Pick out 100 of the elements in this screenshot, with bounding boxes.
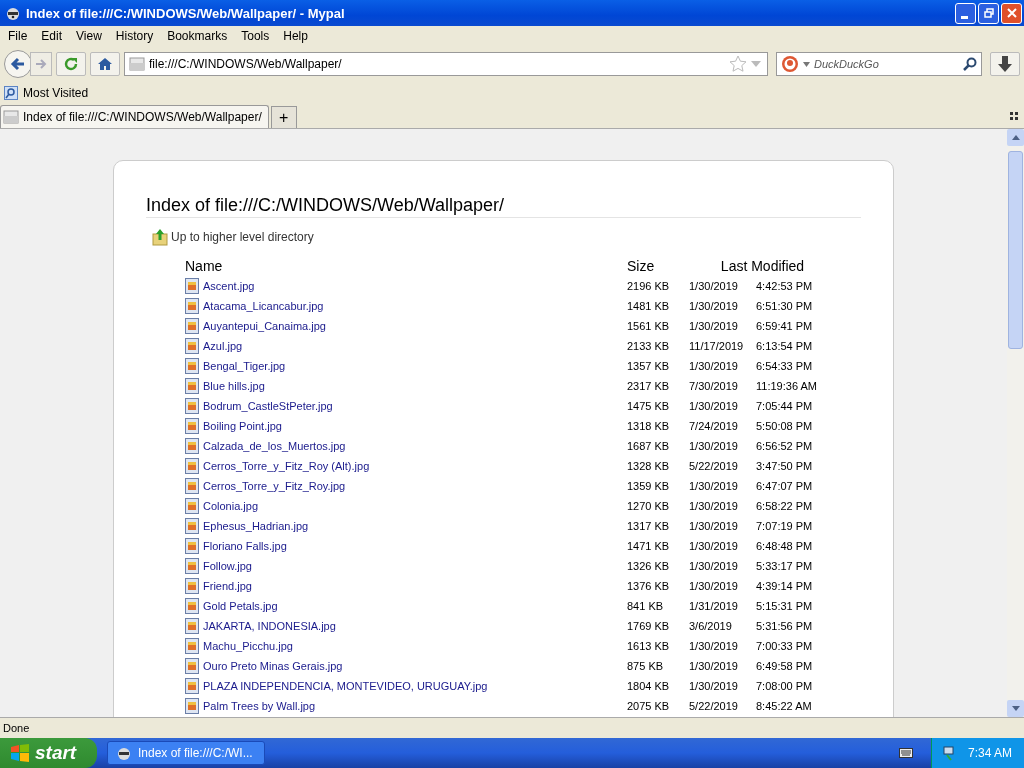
image-file-icon [185,598,199,614]
file-link[interactable]: Cerros_Torre_y_Fitz_Roy (Alt).jpg [203,460,370,472]
browser-tab[interactable]: Index of file:///C:/WINDOWS/Web/Wallpaper/ [0,105,269,128]
file-date: 1/30/2019 [689,436,756,456]
tab-list-icon[interactable] [1010,112,1018,120]
home-icon [97,56,113,72]
file-link[interactable]: Ascent.jpg [203,280,255,292]
menu-item[interactable]: Help [277,29,316,43]
file-date: 1/30/2019 [689,476,756,496]
star-icon[interactable] [729,55,747,73]
image-file-icon [185,278,199,294]
file-link[interactable]: PLAZA INDEPENDENCIA, MONTEVIDEO, URUGUAY.jpg [203,680,488,692]
image-file-icon [185,498,199,514]
up-directory-link[interactable]: Up to higher level directory [171,230,314,244]
file-link[interactable]: Floriano Falls.jpg [203,540,287,552]
file-link[interactable]: Colonia.jpg [203,500,259,512]
taskbar-button[interactable]: Index of file:///C:/WI... [107,741,265,765]
file-size: 1359 KB [627,476,689,496]
file-link[interactable]: Gold Petals.jpg [203,600,278,612]
search-field[interactable]: DuckDuckGo [814,58,959,70]
file-link[interactable]: JAKARTA, INDONESIA.jpg [203,620,336,632]
image-file-icon [185,378,199,394]
keyboard-icon[interactable] [898,748,913,758]
file-size: 2196 KB [627,276,689,296]
file-link[interactable]: Atacama_Licancabur.jpg [203,300,324,312]
image-file-icon [185,578,199,594]
address-bar[interactable]: file:///C:/WINDOWS/Web/Wallpaper/ [124,52,768,76]
file-link[interactable]: Ouro Preto Minas Gerais.jpg [203,660,343,672]
home-button[interactable] [90,52,120,76]
file-time: 7:07:19 PM [756,519,814,534]
menu-item[interactable]: File [2,29,36,43]
file-size: 1328 KB [627,456,689,476]
clock: 7:34 AM [967,746,1012,760]
scrollbar[interactable] [1007,129,1024,717]
address-field[interactable]: file:///C:/WINDOWS/Web/Wallpaper/ [149,57,725,71]
file-date: 1/30/2019 [689,656,756,676]
column-header[interactable]: Size [627,258,689,276]
file-size: 875 KB [627,656,689,676]
image-file-icon [185,678,199,694]
restore-button[interactable] [978,2,999,24]
file-size: 1804 KB [627,676,689,696]
file-time: 4:42:53 PM [756,279,814,294]
column-header[interactable]: Last Modified [689,258,836,276]
column-header[interactable]: Name [182,258,627,276]
file-time: 7:05:44 PM [756,399,814,414]
file-time: 6:49:58 PM [756,659,814,674]
back-button[interactable] [4,50,32,78]
file-size: 2075 KB [627,696,689,716]
download-button[interactable] [990,52,1020,76]
file-link[interactable]: Palm Trees by Wall.jpg [203,700,316,712]
file-link[interactable]: Calzada_de_los_Muertos.jpg [203,440,346,452]
reload-button[interactable] [56,52,86,76]
file-date: 1/30/2019 [689,576,756,596]
bookmark-item[interactable]: Most Visited [4,86,89,100]
search-icon[interactable] [963,57,977,71]
file-link[interactable]: Auyantepui_Canaima.jpg [203,320,326,332]
file-size: 1687 KB [627,436,689,456]
file-link[interactable]: Cerros_Torre_y_Fitz_Roy.jpg [203,480,346,492]
file-link[interactable]: Boiling Point.jpg [203,420,282,432]
file-link[interactable]: Friend.jpg [203,580,252,592]
file-size: 2317 KB [627,376,689,396]
file-date: 1/30/2019 [689,636,756,656]
file-link[interactable]: Bodrum_CastleStPeter.jpg [203,400,333,412]
menu-item[interactable]: Tools [235,29,278,43]
image-file-icon [185,358,199,374]
file-size: 1769 KB [627,616,689,636]
start-button[interactable]: start [0,738,97,768]
close-button[interactable] [1001,2,1022,24]
scroll-up-icon[interactable] [1011,135,1020,140]
windows-logo [10,744,30,762]
file-link[interactable]: Bengal_Tiger.jpg [203,360,286,372]
file-size: 2133 KB [627,336,689,356]
file-time: 5:50:08 PM [756,419,814,434]
file-date: 1/30/2019 [689,496,756,516]
file-link[interactable]: Ephesus_Hadrian.jpg [203,520,309,532]
file-date: 1/30/2019 [689,556,756,576]
menu-item[interactable]: History [109,29,162,43]
file-size: 1318 KB [627,416,689,436]
menu-item[interactable]: View [70,29,110,43]
new-tab-button[interactable]: + [270,106,297,128]
minimize-icon [960,15,968,19]
file-time: 4:39:14 PM [756,579,814,594]
file-link[interactable]: Machu_Picchu.jpg [203,640,293,652]
file-date: 1/30/2019 [689,676,756,696]
file-link[interactable]: Blue hills.jpg [203,380,265,392]
scroll-down-icon[interactable] [1011,706,1020,711]
file-size: 1471 KB [627,536,689,556]
menu-item[interactable]: Bookmarks [161,29,236,43]
file-time: 5:31:56 PM [756,619,814,634]
file-time: 8:45:22 AM [756,699,813,714]
image-file-icon [185,478,199,494]
minimize-button[interactable] [955,2,976,24]
file-link[interactable]: Azul.jpg [203,340,243,352]
file-size: 1317 KB [627,516,689,536]
search-bar[interactable]: DuckDuckGo [776,52,982,76]
image-file-icon [185,318,199,334]
image-file-icon [185,658,199,674]
menu-item[interactable]: Edit [35,29,71,43]
image-file-icon [185,638,199,654]
file-link[interactable]: Follow.jpg [203,560,252,572]
